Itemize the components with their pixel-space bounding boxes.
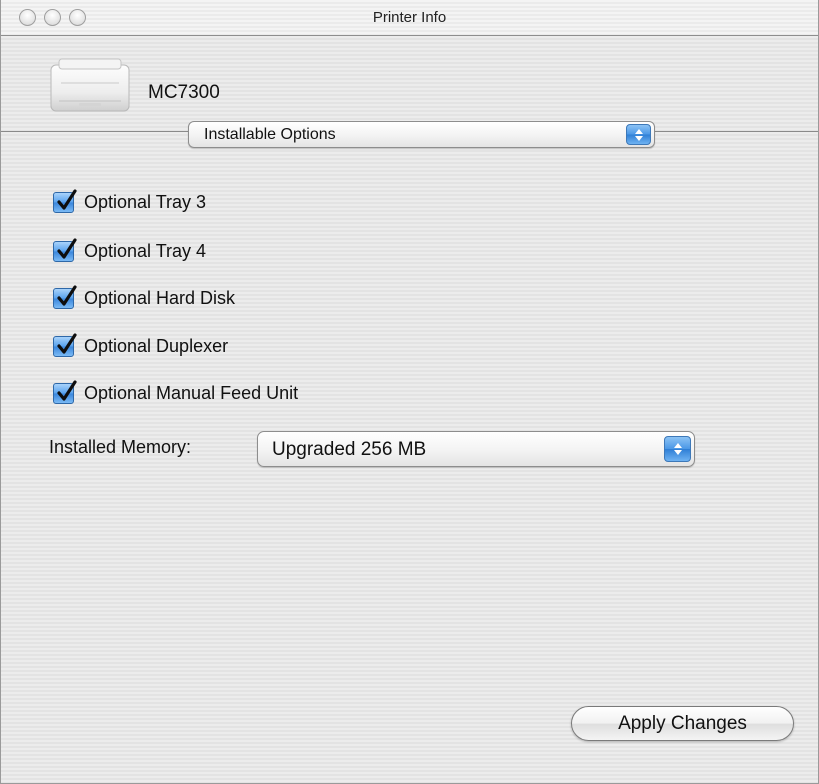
- installed-memory-select[interactable]: Upgraded 256 MB: [257, 431, 695, 467]
- option-label: Optional Tray 3: [84, 191, 207, 212]
- checkbox-optional-tray-4[interactable]: Optional Tray 4: [53, 237, 207, 263]
- checkmark-icon[interactable]: [53, 188, 77, 213]
- checkbox-optional-duplexer[interactable]: Optional Duplexer: [53, 332, 229, 358]
- option-label: Optional Hard Disk: [84, 287, 236, 308]
- checkbox-optional-manual-feed-unit[interactable]: Optional Manual Feed Unit: [53, 379, 299, 405]
- title-bar[interactable]: Printer Info: [1, 0, 818, 36]
- popup-arrows-icon: [626, 124, 651, 145]
- panel-select-popup[interactable]: Installable Options: [188, 121, 655, 148]
- checkmark-icon[interactable]: [53, 237, 77, 262]
- checkbox-optional-tray-3[interactable]: Optional Tray 3: [53, 188, 207, 214]
- panel-select-value: Installable Options: [204, 126, 336, 143]
- option-label: Optional Manual Feed Unit: [84, 382, 299, 403]
- window-title: Printer Info: [372, 9, 447, 26]
- apply-changes-button[interactable]: Apply Changes: [571, 706, 794, 741]
- checkmark-icon[interactable]: [53, 332, 77, 357]
- checkmark-icon[interactable]: [53, 284, 77, 309]
- checkbox-optional-hard-disk[interactable]: Optional Hard Disk: [53, 284, 236, 310]
- option-label: Optional Duplexer: [84, 335, 229, 356]
- printer-info-window: Printer Info MC7300 Installable Options: [0, 0, 819, 784]
- printer-icon: [49, 57, 131, 115]
- checkmark-icon[interactable]: [53, 379, 77, 404]
- popup-arrows-icon: [664, 436, 691, 462]
- installed-memory-label: Installed Memory:: [49, 437, 192, 457]
- installed-memory-value: Upgraded 256 MB: [272, 439, 427, 460]
- option-label: Optional Tray 4: [84, 240, 207, 261]
- printer-name: MC7300: [148, 82, 220, 103]
